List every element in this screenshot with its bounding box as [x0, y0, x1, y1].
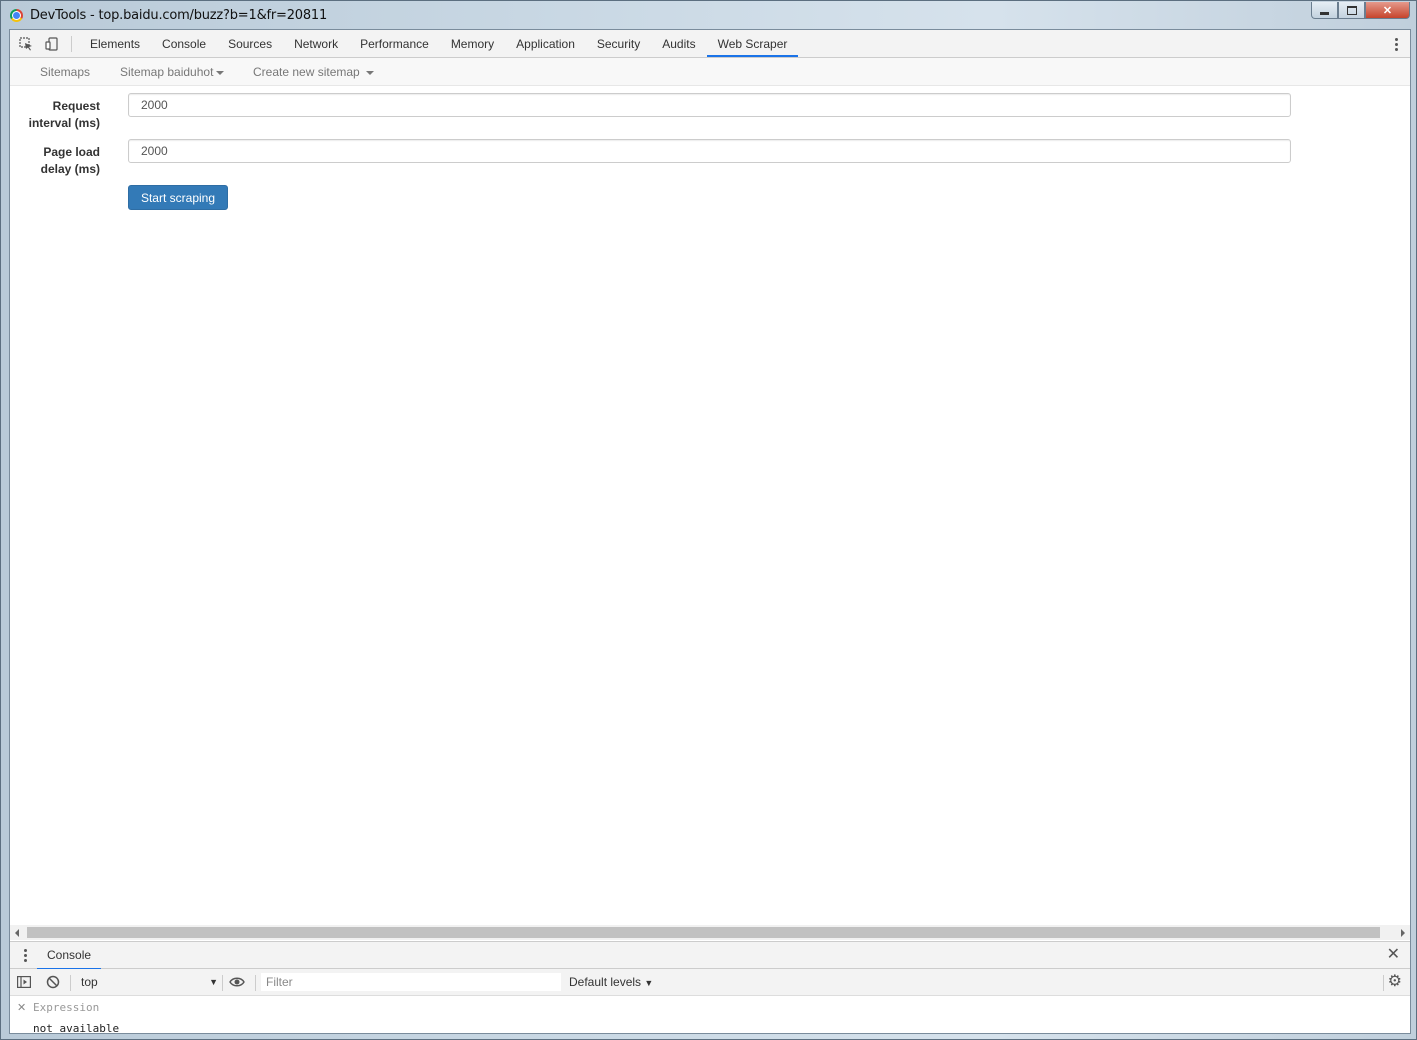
dropdown-triangle-icon: ▼ — [644, 978, 654, 988]
page-load-label-line1: Page load — [43, 145, 100, 159]
dropdown-triangle-icon: ▼ — [209, 977, 218, 987]
clear-console-icon[interactable] — [46, 975, 60, 989]
console-filter-input[interactable] — [261, 973, 561, 991]
start-scraping-button[interactable]: Start scraping — [128, 185, 228, 210]
tab-console[interactable]: Console — [151, 30, 217, 57]
expression-value: not available — [33, 1022, 120, 1034]
show-sidebar-icon[interactable] — [17, 975, 31, 989]
tab-security[interactable]: Security — [586, 30, 651, 57]
page-load-delay-input[interactable] — [128, 139, 1291, 163]
context-selector[interactable]: top ▼ — [74, 969, 218, 995]
nav-create-sitemap-label: Create new sitemap — [253, 65, 360, 79]
toolbar-separator — [1383, 975, 1384, 991]
devtools-client: Elements Console Sources Network Perform… — [9, 29, 1411, 1034]
request-interval-label-line1: Request — [52, 99, 100, 113]
maximize-button[interactable] — [1338, 2, 1365, 19]
devtools-toolbar: Elements Console Sources Network Perform… — [10, 30, 1410, 58]
request-interval-label-line2: interval (ms) — [28, 116, 100, 130]
devtools-window: DevTools - top.baidu.com/buzz?b=1&fr=208… — [0, 0, 1417, 1040]
drawer-menu-icon[interactable] — [24, 949, 27, 964]
toolbar-separator — [71, 36, 72, 52]
tab-sources[interactable]: Sources — [217, 30, 283, 57]
page-load-label-line2: delay (ms) — [40, 162, 100, 176]
inspect-element-icon[interactable] — [19, 37, 33, 51]
expression-input[interactable]: Expression — [33, 1001, 99, 1014]
nav-create-sitemap-dropdown[interactable]: Create new sitemap — [253, 58, 375, 85]
scraper-navbar: Sitemaps Sitemap baiduhot Create new sit… — [10, 58, 1410, 86]
tab-memory[interactable]: Memory — [440, 30, 505, 57]
console-toolbar: top ▼ Default levels ▼ ⚙ — [10, 969, 1410, 996]
gear-icon[interactable]: ⚙ — [1388, 974, 1402, 990]
tab-elements[interactable]: Elements — [79, 30, 151, 57]
request-interval-label: Request interval (ms) — [10, 98, 100, 132]
live-expression-eye-icon[interactable] — [229, 975, 245, 989]
scrollbar-thumb[interactable] — [27, 927, 1380, 938]
close-drawer-icon[interactable]: ✕ — [1387, 947, 1400, 963]
minimize-button[interactable] — [1311, 2, 1338, 19]
toolbar-separator — [70, 975, 71, 991]
caret-down-icon — [216, 70, 225, 75]
toolbar-separator — [222, 975, 223, 991]
tab-application[interactable]: Application — [505, 30, 586, 57]
scroll-right-icon[interactable] — [1401, 929, 1405, 937]
nav-sitemap-label: Sitemap baiduhot — [120, 65, 214, 79]
close-window-button[interactable]: ✕ — [1365, 2, 1410, 19]
context-value: top — [81, 975, 98, 989]
horizontal-scrollbar[interactable] — [10, 925, 1410, 940]
remove-expression-icon[interactable]: ✕ — [17, 1001, 26, 1014]
close-icon: ✕ — [1382, 4, 1393, 17]
toolbar-separator — [255, 975, 256, 991]
tab-web-scraper[interactable]: Web Scraper — [706, 30, 799, 57]
panel-tabs: Elements Console Sources Network Perform… — [79, 30, 799, 58]
chrome-logo-icon — [10, 9, 23, 22]
nav-sitemap-dropdown[interactable]: Sitemap baiduhot — [120, 58, 225, 85]
scroll-left-icon[interactable] — [15, 929, 19, 937]
window-title: DevTools - top.baidu.com/buzz?b=1&fr=208… — [30, 8, 328, 23]
window-titlebar[interactable]: DevTools - top.baidu.com/buzz?b=1&fr=208… — [1, 1, 1416, 29]
page-load-delay-label: Page load delay (ms) — [10, 144, 100, 178]
tab-performance[interactable]: Performance — [349, 30, 440, 57]
tab-network[interactable]: Network — [283, 30, 349, 57]
tab-audits[interactable]: Audits — [651, 30, 706, 57]
nav-sitemaps[interactable]: Sitemaps — [40, 58, 90, 85]
minimize-icon — [1320, 11, 1329, 15]
window-controls: ✕ — [1311, 2, 1410, 19]
live-expression-row: ✕ Expression — [10, 998, 1410, 1018]
customize-menu-icon[interactable] — [1395, 38, 1398, 51]
device-toolbar-icon[interactable] — [45, 37, 59, 51]
maximize-icon — [1346, 5, 1357, 15]
log-levels-label: Default levels — [569, 975, 642, 989]
log-levels-dropdown[interactable]: Default levels ▼ — [569, 969, 653, 995]
caret-down-icon — [366, 70, 375, 75]
drawer-tab-console[interactable]: Console — [37, 942, 102, 970]
request-interval-input[interactable] — [128, 93, 1291, 117]
drawer-tabbar: Console ✕ — [10, 941, 1410, 970]
